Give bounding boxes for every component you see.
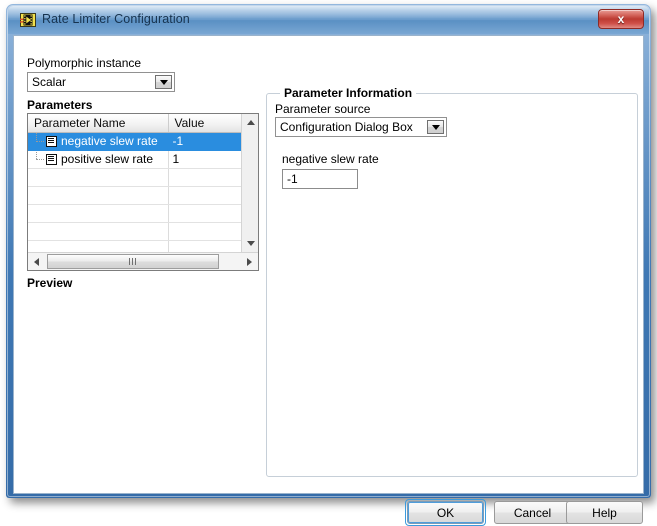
table-row[interactable]: negative slew rate-1 [28, 132, 241, 150]
tree-connector [32, 133, 46, 150]
cell-parameter-name[interactable] [28, 240, 168, 252]
cell-parameter-name[interactable]: positive slew rate [28, 150, 168, 168]
cancel-button[interactable]: Cancel [494, 501, 571, 524]
parameters-table-element: Parameter Name Value negative slew rate-… [28, 114, 241, 252]
table-row[interactable]: positive slew rate1 [28, 150, 241, 168]
parameter-information-title: Parameter Information [280, 86, 416, 100]
triangle-up-icon[interactable] [242, 114, 259, 131]
cell-parameter-value[interactable] [168, 240, 241, 252]
parameter-source-value: Configuration Dialog Box [276, 118, 427, 136]
cell-parameter-value[interactable]: -1 [168, 132, 241, 150]
polymorphic-instance-value: Scalar [28, 73, 155, 91]
cell-parameter-name[interactable]: negative slew rate [28, 132, 168, 150]
polymorphic-instance-label: Polymorphic instance [27, 56, 141, 70]
polymorphic-instance-combobox[interactable]: Scalar [27, 72, 175, 92]
title-bar[interactable]: Rate Limiter Configuration x [8, 6, 649, 34]
cell-parameter-name[interactable] [28, 186, 168, 204]
table-row-empty[interactable] [28, 222, 241, 240]
negative-slew-rate-label: negative slew rate [282, 152, 379, 166]
column-header-value[interactable]: Value [168, 114, 241, 132]
ok-button[interactable]: OK [407, 501, 484, 524]
grip-lines-icon [129, 258, 138, 265]
parameters-vertical-scrollbar[interactable] [241, 114, 258, 252]
column-header-parameter-name[interactable]: Parameter Name [28, 114, 168, 132]
parameters-table-grid: Parameter Name Value negative slew rate-… [28, 114, 241, 252]
chevron-down-icon[interactable] [155, 75, 172, 89]
table-row-empty[interactable] [28, 168, 241, 186]
cell-parameter-value[interactable] [168, 204, 241, 222]
chevron-down-icon[interactable] [427, 120, 444, 134]
terminal-icon [46, 136, 57, 147]
parameters-table-body: negative slew rate-1positive slew rate1 [28, 132, 241, 252]
parameter-source-label: Parameter source [275, 102, 370, 116]
table-row-empty[interactable] [28, 240, 241, 252]
triangle-left-icon[interactable] [28, 253, 45, 270]
cell-parameter-value[interactable] [168, 168, 241, 186]
parameter-information-group [266, 93, 638, 477]
parameters-table[interactable]: Parameter Name Value negative slew rate-… [27, 113, 259, 271]
dialog-client-area: Polymorphic instance Scalar Parameters [13, 35, 644, 494]
labview-vi-icon [20, 12, 36, 28]
parameter-value-text: -1 [169, 134, 241, 148]
parameters-heading: Parameters [27, 98, 92, 112]
close-button[interactable]: x [598, 9, 644, 29]
preview-heading: Preview [27, 276, 72, 290]
cell-parameter-name[interactable] [28, 168, 168, 186]
horizontal-scrollbar-thumb[interactable] [47, 254, 219, 269]
table-header-row: Parameter Name Value [28, 114, 241, 132]
cell-parameter-name[interactable] [28, 222, 168, 240]
dialog-window: Rate Limiter Configuration x Polymorphic… [6, 4, 651, 498]
parameter-name-text: positive slew rate [61, 152, 168, 166]
desktop-background: Rate Limiter Configuration x Polymorphic… [0, 0, 657, 512]
cell-parameter-name[interactable] [28, 204, 168, 222]
table-row-empty[interactable] [28, 204, 241, 222]
cell-parameter-value[interactable]: 1 [168, 150, 241, 168]
close-icon: x [599, 10, 643, 28]
parameters-horizontal-scrollbar[interactable] [28, 252, 258, 270]
cell-parameter-value[interactable] [168, 186, 241, 204]
parameter-name-text: negative slew rate [61, 134, 168, 148]
cell-parameter-value[interactable] [168, 222, 241, 240]
triangle-down-icon[interactable] [242, 235, 259, 252]
terminal-icon [46, 154, 57, 165]
help-button[interactable]: Help [566, 501, 643, 524]
triangle-right-icon[interactable] [241, 253, 258, 270]
window-title: Rate Limiter Configuration [42, 12, 190, 26]
tree-connector [32, 151, 46, 168]
negative-slew-rate-input[interactable] [282, 169, 358, 189]
parameter-value-text: 1 [169, 152, 241, 166]
parameter-source-combobox[interactable]: Configuration Dialog Box [275, 117, 447, 137]
table-row-empty[interactable] [28, 186, 241, 204]
